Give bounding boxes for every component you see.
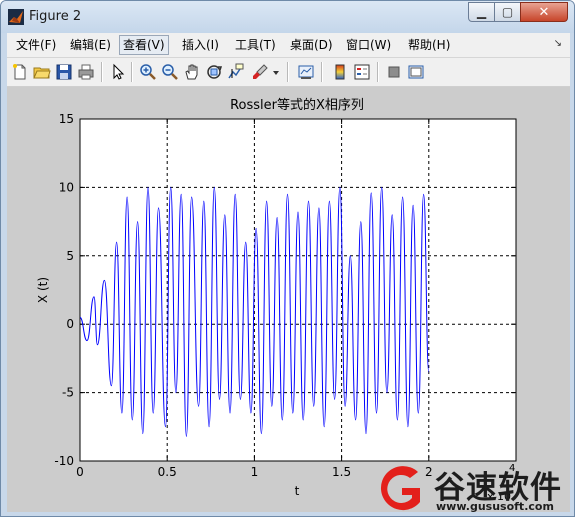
x-tick-label: 1.5 <box>332 465 351 479</box>
menu-view[interactable]: 查看(V) <box>119 35 169 55</box>
x-tick-label: 0 <box>76 465 84 479</box>
pointer-icon[interactable] <box>109 63 127 81</box>
data-cursor-icon[interactable] <box>227 63 245 81</box>
close-button[interactable]: ✕ <box>520 2 568 22</box>
window-title: Figure 2 <box>29 9 82 24</box>
pan-icon[interactable] <box>183 63 201 81</box>
watermark: 谷速软件 www.gususoft.com <box>372 460 575 517</box>
save-icon[interactable] <box>55 63 73 81</box>
brush-dropdown-icon[interactable] <box>271 63 281 81</box>
watermark-url: www.gususoft.com <box>436 500 554 513</box>
minimize-button[interactable]: ▁ <box>468 2 495 22</box>
menu-bar: 文件(F) 编辑(E) 查看(V) 插入(I) 工具(T) 桌面(D) 窗口(W… <box>7 33 570 58</box>
title-bar[interactable]: Figure 2 ▁ ▢ ✕ <box>1 1 574 33</box>
menu-tools[interactable]: 工具(T) <box>232 36 279 54</box>
y-tick-label: 0 <box>66 317 74 331</box>
toolbar-separator <box>131 62 133 82</box>
new-figure-icon[interactable] <box>11 63 29 81</box>
y-tick-label: 5 <box>66 249 74 263</box>
gususoft-logo-icon <box>380 466 420 511</box>
figure-toolbar <box>7 58 570 87</box>
toolbar-separator <box>101 62 103 82</box>
link-icon[interactable] <box>297 63 315 81</box>
close-icon: ✕ <box>538 4 550 20</box>
colorbar-icon[interactable] <box>331 63 349 81</box>
minimize-icon: ▁ <box>476 5 487 19</box>
legend-icon[interactable] <box>353 63 371 81</box>
menu-insert[interactable]: 插入(I) <box>179 36 222 54</box>
menu-edit[interactable]: 编辑(E) <box>67 36 114 54</box>
menu-window[interactable]: 窗口(W) <box>343 36 394 54</box>
y-tick-label: -5 <box>62 386 74 400</box>
figure-canvas: 0 0.5 1 1.5 2 -10 -5 0 5 10 15 Rossler等式的X相序列 t X … <box>7 87 570 512</box>
x-axis-label: t <box>295 484 300 498</box>
toolbar-separator <box>287 62 289 82</box>
plot-svg: 0 0.5 1 1.5 2-10-5051015 Rossler等式的X相序列 t X … <box>36 97 517 503</box>
x-tick-label: 1 <box>251 465 259 479</box>
chart-title: Rossler等式的X相序列 <box>230 97 364 113</box>
figure-window: Figure 2 ▁ ▢ ✕ 文件(F) 编辑(E) 查看(V) 插入(I) 工… <box>0 0 575 517</box>
maximize-icon: ▢ <box>501 5 514 19</box>
matlab-icon <box>8 9 24 25</box>
print-icon[interactable] <box>77 63 95 81</box>
zoom-in-icon[interactable] <box>139 63 157 81</box>
x-tick-label: 0.5 <box>158 465 177 479</box>
menu-overflow-icon[interactable]: ↘ <box>554 38 562 49</box>
y-tick-label: 15 <box>59 112 74 126</box>
open-file-icon[interactable] <box>33 63 51 81</box>
menu-desktop[interactable]: 桌面(D) <box>287 36 336 54</box>
brush-icon[interactable] <box>251 63 269 81</box>
hide-plot-tools-icon[interactable] <box>385 63 403 81</box>
y-axis-label: X (t) <box>36 277 50 303</box>
y-tick-label: -10 <box>54 454 74 468</box>
rotate-3d-icon[interactable] <box>205 63 223 81</box>
maximize-button[interactable]: ▢ <box>494 2 521 22</box>
y-tick-label: 10 <box>59 180 74 194</box>
zoom-out-icon[interactable] <box>161 63 179 81</box>
toolbar-separator <box>377 62 379 82</box>
toolbar-separator <box>321 62 323 82</box>
show-plot-tools-icon[interactable] <box>407 63 425 81</box>
menu-file[interactable]: 文件(F) <box>13 36 59 54</box>
menu-help[interactable]: 帮助(H) <box>405 36 453 54</box>
